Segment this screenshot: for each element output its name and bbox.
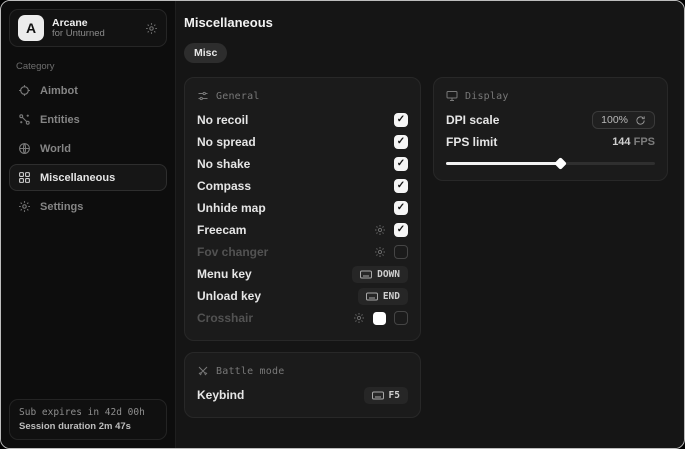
setting-label: Freecam: [197, 223, 246, 237]
display-card-header: Display: [446, 90, 655, 102]
keyboard-icon: [366, 292, 378, 301]
keyboard-icon: [360, 270, 372, 279]
setting-label: Keybind: [197, 388, 244, 402]
sidebar-item-miscellaneous[interactable]: Miscellaneous: [9, 164, 167, 191]
display-card-title: Display: [465, 91, 509, 102]
general-card-title: General: [216, 91, 260, 102]
dpi-scale-button[interactable]: 100%: [592, 111, 655, 129]
sub-expires-text: Sub expires in 42d 00h: [19, 407, 157, 418]
sidebar: A Arcane for Unturned Category Aimbot En…: [1, 1, 176, 448]
slider-fill: [446, 162, 561, 165]
sidebar-item-label: Entities: [40, 114, 80, 126]
checkbox[interactable]: [394, 245, 408, 259]
tab-misc[interactable]: Misc: [184, 43, 227, 63]
keybind-button[interactable]: DOWN: [352, 266, 408, 283]
checkbox[interactable]: [394, 223, 408, 237]
keybind-value: END: [383, 291, 400, 302]
swords-icon: [197, 365, 209, 377]
setting-row-fov-changer: Fov changer: [197, 241, 408, 263]
setting-row-no-recoil: No recoil: [197, 109, 408, 131]
keybind-button[interactable]: F5: [364, 387, 408, 404]
general-card-header: General: [197, 90, 408, 102]
setting-row-no-shake: No shake: [197, 153, 408, 175]
setting-label: FPS limit: [446, 135, 497, 149]
sidebar-item-label: Miscellaneous: [40, 172, 115, 184]
crosshair-icon: [18, 84, 31, 97]
checkbox[interactable]: [394, 311, 408, 325]
setting-label: Crosshair: [197, 311, 253, 325]
checkbox[interactable]: [394, 157, 408, 171]
sidebar-item-entities[interactable]: Entities: [9, 106, 167, 133]
slider-thumb[interactable]: [554, 157, 567, 170]
app-logo: A: [18, 15, 44, 41]
gear-icon: [18, 200, 31, 213]
sidebar-item-world[interactable]: World: [9, 135, 167, 162]
gear-icon[interactable]: [353, 312, 365, 324]
subscription-status-card: Sub expires in 42d 00h Session duration …: [9, 399, 167, 440]
gear-icon[interactable]: [145, 22, 158, 35]
setting-row-dpi-scale: DPI scale 100%: [446, 109, 655, 131]
setting-row-unload-key: Unload key END: [197, 285, 408, 307]
keybind-value: DOWN: [377, 269, 400, 280]
category-label: Category: [16, 61, 167, 72]
sidebar-item-label: Settings: [40, 201, 83, 213]
keybind-button[interactable]: END: [358, 288, 408, 305]
general-card: General No recoil No spread No shake: [184, 77, 421, 341]
fps-limit-slider[interactable]: [446, 157, 655, 169]
setting-row-crosshair: Crosshair: [197, 307, 408, 329]
setting-label: No recoil: [197, 113, 248, 127]
gear-icon[interactable]: [374, 224, 386, 236]
setting-label: Unhide map: [197, 201, 266, 215]
page-title: Miscellaneous: [184, 15, 668, 30]
checkbox[interactable]: [394, 135, 408, 149]
setting-label: No spread: [197, 135, 256, 149]
setting-label: DPI scale: [446, 113, 499, 127]
setting-row-fps-limit: FPS limit 144 FPS: [446, 131, 655, 153]
keybind-value: F5: [389, 390, 400, 401]
setting-row-freecam: Freecam: [197, 219, 408, 241]
globe-icon: [18, 142, 31, 155]
session-duration-text: Session duration 2m 47s: [19, 421, 157, 432]
battle-mode-card-header: Battle mode: [197, 365, 408, 377]
setting-row-menu-key: Menu key DOWN: [197, 263, 408, 285]
setting-label: Menu key: [197, 267, 252, 281]
setting-label: Fov changer: [197, 245, 268, 259]
app-header-text: Arcane for Unturned: [52, 17, 137, 40]
entities-icon: [18, 113, 31, 126]
sliders-icon: [197, 90, 209, 102]
app-subtitle: for Unturned: [52, 29, 137, 40]
battle-mode-card-title: Battle mode: [216, 366, 284, 377]
setting-row-unhide-map: Unhide map: [197, 197, 408, 219]
battle-mode-card: Battle mode Keybind F5: [184, 352, 421, 418]
main-content: Miscellaneous Misc General No recoil: [176, 1, 684, 448]
setting-row-compass: Compass: [197, 175, 408, 197]
checkbox[interactable]: [394, 201, 408, 215]
dpi-scale-value: 100%: [601, 114, 628, 126]
setting-row-battle-keybind: Keybind F5: [197, 384, 408, 406]
setting-label: No shake: [197, 157, 250, 171]
fps-limit-value: 144 FPS: [612, 136, 655, 148]
refresh-icon: [635, 115, 646, 126]
sidebar-item-aimbot[interactable]: Aimbot: [9, 77, 167, 104]
checkbox[interactable]: [394, 179, 408, 193]
setting-label: Unload key: [197, 289, 261, 303]
checkbox[interactable]: [394, 113, 408, 127]
grid-icon: [18, 171, 31, 184]
color-swatch[interactable]: [373, 312, 386, 325]
app-window: A Arcane for Unturned Category Aimbot En…: [0, 0, 685, 449]
setting-row-no-spread: No spread: [197, 131, 408, 153]
keyboard-icon: [372, 391, 384, 400]
monitor-icon: [446, 90, 458, 102]
display-card: Display DPI scale 100%: [433, 77, 668, 181]
app-header-card: A Arcane for Unturned: [9, 9, 167, 47]
gear-icon[interactable]: [374, 246, 386, 258]
setting-label: Compass: [197, 179, 251, 193]
sidebar-item-label: World: [40, 143, 71, 155]
app-title: Arcane: [52, 17, 137, 29]
sidebar-item-settings[interactable]: Settings: [9, 193, 167, 220]
tab-bar: Misc: [184, 43, 668, 63]
sidebar-item-label: Aimbot: [40, 85, 78, 97]
